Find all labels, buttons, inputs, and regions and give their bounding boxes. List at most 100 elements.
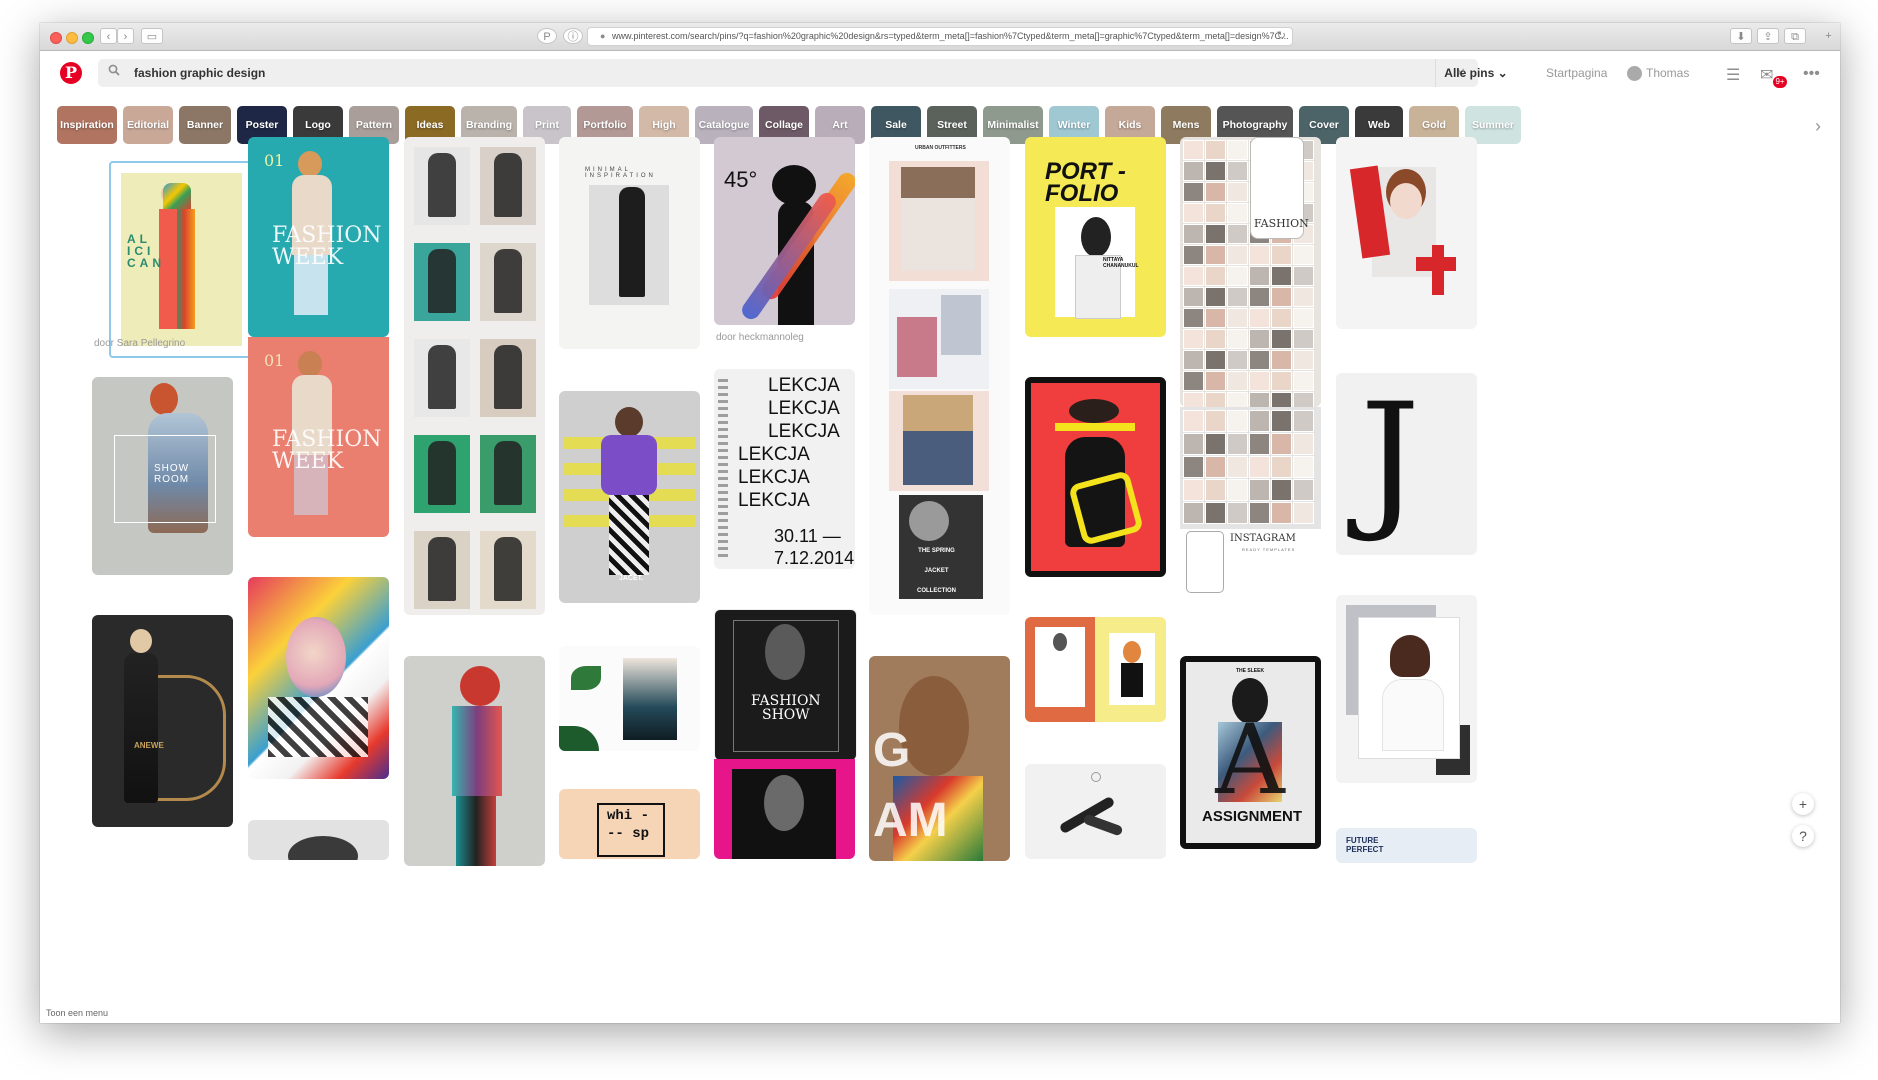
reload-icon[interactable]: ↻ <box>1277 28 1286 45</box>
pin-title: FASHION WEEK <box>272 223 382 270</box>
address-bar[interactable]: ● www.pinterest.com/search/pins/?q=fashi… <box>587 27 1293 46</box>
pin-card-fashion-show[interactable]: FASHION SHOW <box>714 609 857 761</box>
menu-icon[interactable]: ☰ <box>1726 65 1740 85</box>
pin-caption: NITTAYA CHANANUKUL <box>1103 257 1139 269</box>
pin-card-assignment[interactable]: THE SLEEK A ASSIGNMENT <box>1180 656 1321 849</box>
download-icon[interactable]: ⬇ <box>1730 28 1752 44</box>
pin-title: 45° <box>724 167 758 192</box>
grid-thumb <box>414 435 470 513</box>
collage-thumb <box>1227 502 1248 524</box>
collage-thumb <box>1183 224 1204 244</box>
collage-thumb <box>1271 392 1292 407</box>
search-input[interactable]: fashion graphic design ✕ <box>98 59 1478 87</box>
pin-card-rgb-model[interactable] <box>404 656 545 866</box>
pin-title: FUTURE PERFECT <box>1346 836 1384 854</box>
collage-thumb <box>1183 392 1204 407</box>
lekcja-line: LEKCJA <box>738 444 810 465</box>
chip-editorial[interactable]: Editorial <box>123 106 173 144</box>
pin-title: MINIMAL INSPIRATION <box>585 167 656 179</box>
chevron-right-icon[interactable]: › <box>1815 116 1821 137</box>
collage-thumb <box>1227 266 1248 286</box>
pin-card-leaf-fashion[interactable] <box>559 646 700 751</box>
collage-thumb <box>1227 371 1248 391</box>
scope-dropdown[interactable]: Alle pins ⌄ <box>1435 59 1516 87</box>
profile-name: Thomas <box>1646 66 1690 80</box>
pin-card-models-grid[interactable] <box>404 137 545 615</box>
pin-title: FASHION WEEK <box>272 427 382 474</box>
collage-thumb <box>1293 433 1314 455</box>
pin-card-alician[interactable]: AL ICI CAN <box>109 161 254 358</box>
pin-card-floor-pose[interactable] <box>1025 764 1166 859</box>
sidebar-toggle-icon[interactable]: ▭ <box>141 28 163 44</box>
pin-number: 01 <box>264 351 285 370</box>
pinterest-logo-icon[interactable]: P <box>60 62 82 84</box>
collage-thumb <box>1271 371 1292 391</box>
pin-dates: 30.11 — 7.12.2014 <box>774 526 855 568</box>
new-tab-icon[interactable]: + <box>1820 28 1837 44</box>
pin-card-portrait-bw[interactable] <box>248 820 389 860</box>
pin-card-anewe[interactable]: ANEWE <box>92 615 233 827</box>
pin-card-fashion-week-coral[interactable]: 01 FASHION WEEK <box>248 337 389 537</box>
collage-thumb <box>1205 502 1226 524</box>
pin-card-whisp[interactable]: whi - -- sp <box>559 789 700 859</box>
collage-thumb <box>1183 245 1204 265</box>
collage-thumb <box>1249 502 1270 524</box>
pin-card-instagram-templates[interactable]: INSTAGRAM READY TEMPLATES <box>1180 407 1321 615</box>
pinterest-extension-icon[interactable]: P <box>537 28 557 44</box>
home-link[interactable]: Startpagina <box>1546 59 1607 87</box>
collage-thumb <box>1205 433 1226 455</box>
chip-inspiration[interactable]: Inspiration <box>57 106 117 144</box>
collage-thumb <box>1227 245 1248 265</box>
pin-card-instagram-fashion-pack[interactable]: FASHION <box>1180 137 1321 407</box>
pin-card-orange-duo[interactable] <box>1025 617 1166 722</box>
notifications-badge: 9+ <box>1773 76 1787 88</box>
share-icon[interactable]: ⇪ <box>1757 28 1779 44</box>
pin-card-portfolio[interactable]: PORT - FOLIO NITTAYA CHANANUKUL <box>1025 137 1166 337</box>
pin-card-urban-outfitters[interactable]: URBAN OUTFITTERS THE SPRING JACKET COLLE… <box>869 137 1010 615</box>
pin-card-fashion-show-pink[interactable] <box>714 759 855 859</box>
collage-thumb <box>1205 245 1226 265</box>
collage-thumb <box>1205 203 1226 223</box>
pin-subtitle: READY TEMPLATES <box>1242 547 1296 552</box>
pin-card-minimal-inspiration[interactable]: MINIMAL INSPIRATION <box>559 137 700 349</box>
pin-card-red-yellow[interactable] <box>1025 377 1166 577</box>
chip-banner[interactable]: Banner <box>179 106 231 144</box>
pin-card-pop-art[interactable] <box>248 577 389 779</box>
info-icon[interactable]: ⓘ <box>563 28 583 44</box>
help-button[interactable]: ? <box>1792 825 1814 847</box>
pin-card-showroom[interactable]: SHOW ROOM <box>92 377 233 575</box>
pin-card-colorful-splash[interactable]: JACET. <box>559 391 700 603</box>
collage-thumb <box>1183 479 1204 501</box>
pin-title: ASSIGNMENT <box>1202 808 1303 825</box>
pin-card-fashion-week-teal[interactable]: 01 FASHION WEEK <box>248 137 389 337</box>
more-icon[interactable]: ••• <box>1803 65 1820 83</box>
browser-window: ‹ › ▭ P ⓘ ● www.pinterest.com/search/pin… <box>40 23 1840 1023</box>
notifications-icon[interactable]: ✉ <box>1760 65 1773 85</box>
minimize-window-button[interactable] <box>66 32 78 44</box>
collage-thumb <box>1227 350 1248 370</box>
forward-icon[interactable]: › <box>117 28 134 44</box>
collage-thumb <box>1227 410 1248 432</box>
profile-link[interactable]: Thomas <box>1627 59 1689 87</box>
pin-card-letter-j[interactable]: J <box>1336 373 1477 555</box>
pin-card-red-brush[interactable] <box>1336 137 1477 329</box>
collage-thumb <box>1205 456 1226 478</box>
collage-thumb <box>1293 329 1314 349</box>
pin-card-45-degrees[interactable]: 45° <box>714 137 855 325</box>
pin-card-lekcja[interactable]: LEKCJA LEKCJA LEKCJA LEKCJA LEKCJA LEKCJA 30.… <box>714 369 855 569</box>
pin-card-gam[interactable]: G AM <box>869 656 1010 861</box>
collage-thumb <box>1227 329 1248 349</box>
collage-thumb <box>1205 182 1226 202</box>
collage-thumb <box>1249 350 1270 370</box>
pin-caption: JACET. <box>619 575 644 582</box>
zoom-window-button[interactable] <box>82 32 94 44</box>
back-icon[interactable]: ‹ <box>100 28 117 44</box>
close-window-button[interactable] <box>50 32 62 44</box>
pin-title: SHOW ROOM <box>154 463 190 485</box>
pinterest-header: P fashion graphic design ✕ Alle pins ⌄ S… <box>40 51 1840 93</box>
tabs-icon[interactable]: ⧉ <box>1784 28 1806 44</box>
plus-button[interactable]: + <box>1792 793 1814 815</box>
pin-card-future-perfect[interactable]: FUTURE PERFECT <box>1336 828 1477 863</box>
pin-caption: THE SPRING JACKET COLLECTION <box>917 548 956 594</box>
pin-card-bob-haircut[interactable] <box>1336 595 1477 783</box>
